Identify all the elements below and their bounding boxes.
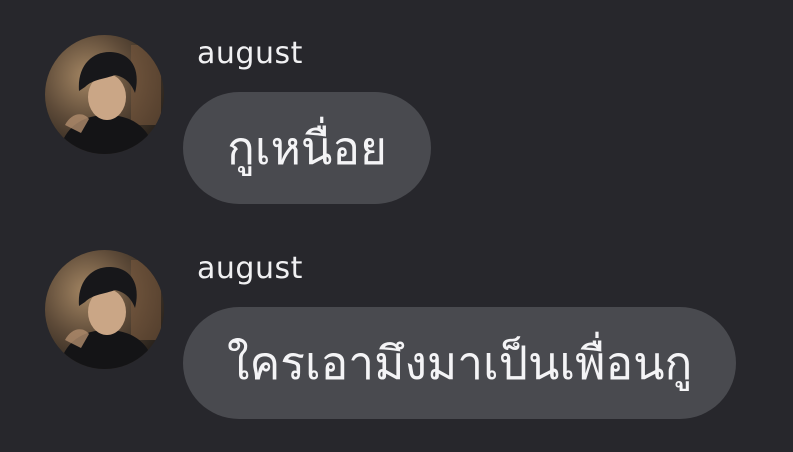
message-row: august ใครเอามึงมาเป็นเพื่อนกู bbox=[0, 215, 793, 452]
user-photo-avatar-icon[interactable] bbox=[45, 250, 164, 369]
avatar-image bbox=[45, 250, 164, 369]
sender-name: august bbox=[197, 36, 303, 71]
sender-name: august bbox=[197, 251, 303, 286]
user-photo-avatar-icon[interactable] bbox=[45, 35, 164, 154]
message-bubble[interactable]: ใครเอามึงมาเป็นเพื่อนกู bbox=[183, 307, 737, 419]
message-bubble[interactable]: กูเหนื่อย bbox=[183, 92, 431, 204]
message-row: august กูเหนื่อย bbox=[0, 0, 793, 215]
avatar-image bbox=[45, 35, 164, 154]
